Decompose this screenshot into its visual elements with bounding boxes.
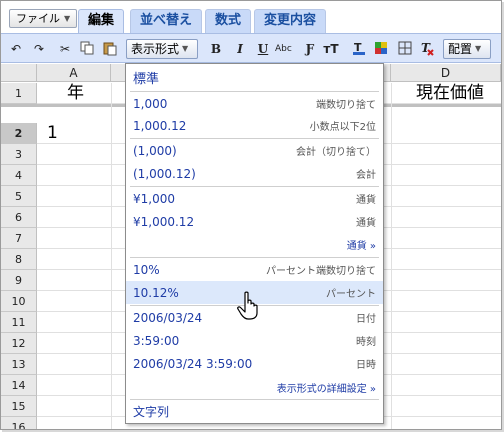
italic-button[interactable]: I: [232, 40, 248, 58]
menu-item-label: 1,000: [133, 96, 168, 111]
cell-a1[interactable]: 年: [67, 83, 84, 104]
clear-format-icon[interactable]: T: [419, 40, 435, 58]
menu-item-label: 3:59:00: [133, 333, 180, 348]
grid-line: [111, 83, 112, 429]
chevron-down-icon: ▼: [182, 44, 189, 53]
copy-icon[interactable]: [79, 40, 95, 58]
app-window: ファイル ▼ 編集 並べ替え 数式 変更内容 ↶ ↷ ✂ 表示形式 ▼ B I …: [0, 0, 502, 430]
file-menu-button[interactable]: ファイル ▼: [9, 9, 78, 28]
file-menu-label: ファイル: [16, 12, 60, 25]
chevron-down-icon: ▼: [475, 44, 482, 53]
paste-icon[interactable]: [102, 40, 118, 58]
column-header-a[interactable]: A: [37, 64, 111, 82]
menu-item-datetime[interactable]: 2006/03/24 3:59:00 日時: [126, 352, 383, 375]
menu-item-label: ¥1,000.12: [133, 214, 195, 229]
menu-item-number[interactable]: 1,000 端数切り捨て: [126, 92, 383, 115]
more-formats-link[interactable]: 表示形式の詳細設定 »: [277, 380, 376, 395]
row-header[interactable]: 9: [1, 270, 37, 291]
menu-item-currency-decimal[interactable]: ¥1,000.12 通貨: [126, 210, 383, 233]
row-header[interactable]: 1: [1, 83, 37, 104]
menu-item-number-decimal[interactable]: 1,000.12 小数点以下2位: [126, 114, 383, 137]
menu-item-label: 1,000.12: [133, 118, 187, 133]
align-dropdown[interactable]: 配置 ▼: [443, 39, 491, 59]
tab-sort[interactable]: 並べ替え: [130, 9, 203, 33]
row-header[interactable]: 6: [1, 207, 37, 228]
cell-a2[interactable]: 1: [47, 123, 58, 144]
font-family-button[interactable]: Ƒ: [302, 40, 318, 58]
row-header[interactable]: 8: [1, 249, 37, 270]
row-header[interactable]: 5: [1, 186, 37, 207]
menu-item-desc: 通貨: [356, 195, 376, 206]
toolbar: ↶ ↷ ✂ 表示形式 ▼ B I U Abc Ƒ тT T T 配置 ▼: [1, 33, 501, 63]
menu-item-label: 10.12%: [133, 285, 179, 300]
grid-line: [391, 83, 392, 429]
row-header[interactable]: 13: [1, 354, 37, 375]
menu-item-label: ¥1,000: [133, 191, 175, 206]
row-header[interactable]: 3: [1, 144, 37, 165]
menu-item-currency[interactable]: ¥1,000 通貨: [126, 187, 383, 210]
menu-item-label: (1,000.12): [133, 166, 196, 181]
format-menu: 標準 1,000 端数切り捨て 1,000.12 小数点以下2位 (1,000)…: [125, 63, 384, 424]
tab-edit[interactable]: 編集: [78, 9, 125, 33]
more-currencies-link[interactable]: 通貨 »: [347, 237, 376, 252]
row-header[interactable]: 15: [1, 396, 37, 417]
cell-d1[interactable]: 現在価値: [416, 83, 484, 104]
text-color-icon[interactable]: T: [351, 40, 367, 58]
menu-item-desc: 小数点以下2位: [309, 122, 376, 133]
menu-item-desc: 日付: [356, 314, 376, 325]
format-dropdown[interactable]: 表示形式 ▼: [126, 39, 198, 59]
strikethrough-button[interactable]: Abc: [275, 40, 292, 58]
menu-item-desc: 会計: [356, 170, 376, 181]
row-header[interactable]: 4: [1, 165, 37, 186]
background-color-icon[interactable]: [373, 40, 389, 58]
menu-item-label: 2006/03/24 3:59:00: [133, 356, 253, 371]
undo-icon[interactable]: ↶: [8, 40, 24, 58]
menu-item-normal[interactable]: 標準: [126, 66, 383, 89]
menu-item-percent[interactable]: 10% パーセント端数切り捨て: [126, 258, 383, 281]
menu-item-accounting[interactable]: (1,000) 会計（切り捨て）: [126, 139, 383, 162]
font-size-button[interactable]: тT: [323, 40, 339, 58]
row-header[interactable]: 7: [1, 228, 37, 249]
menu-item-label: 文字列: [133, 405, 170, 419]
menu-item-label: 2006/03/24: [133, 310, 203, 325]
menu-item-desc: 日時: [356, 360, 376, 371]
tab-revisions[interactable]: 変更内容: [254, 9, 327, 33]
corner-header[interactable]: [1, 64, 37, 82]
menu-item-label: 標準: [133, 72, 160, 87]
menu-item-time[interactable]: 3:59:00 時刻: [126, 329, 383, 352]
menu-item-label: (1,000): [133, 143, 177, 158]
underline-button[interactable]: U: [255, 40, 271, 58]
align-dropdown-label: 配置: [448, 42, 473, 56]
menu-item-desc: 通貨: [356, 218, 376, 229]
tab-strip: ファイル ▼ 編集 並べ替え 数式 変更内容: [1, 1, 501, 33]
format-dropdown-label: 表示形式: [131, 42, 180, 56]
hand-cursor-icon: [237, 291, 258, 320]
menu-item-plain-text[interactable]: 文字列: [126, 400, 383, 423]
cut-icon[interactable]: ✂: [57, 40, 73, 58]
menu-item-desc: パーセント端数切り捨て: [266, 266, 376, 277]
row-header[interactable]: 10: [1, 291, 37, 312]
row-header[interactable]: 12: [1, 333, 37, 354]
menu-item-label: 10%: [133, 262, 160, 277]
column-header-d[interactable]: D: [391, 64, 501, 82]
row-header[interactable]: 16: [1, 417, 37, 429]
menu-item-desc: パーセント: [326, 289, 376, 300]
tab-formulas[interactable]: 数式: [205, 9, 252, 33]
redo-icon[interactable]: ↷: [31, 40, 47, 58]
row-header[interactable]: 14: [1, 375, 37, 396]
menu-item-desc: 端数切り捨て: [316, 100, 376, 111]
menu-item-desc: 時刻: [356, 337, 376, 348]
chevron-down-icon: ▼: [64, 14, 71, 23]
borders-icon[interactable]: [397, 40, 413, 58]
menu-item-accounting-decimal[interactable]: (1,000.12) 会計: [126, 162, 383, 185]
bold-button[interactable]: B: [208, 40, 224, 58]
row-header-selected[interactable]: 2: [1, 123, 37, 144]
menu-item-desc: 会計（切り捨て）: [296, 147, 376, 158]
row-header[interactable]: 11: [1, 312, 37, 333]
